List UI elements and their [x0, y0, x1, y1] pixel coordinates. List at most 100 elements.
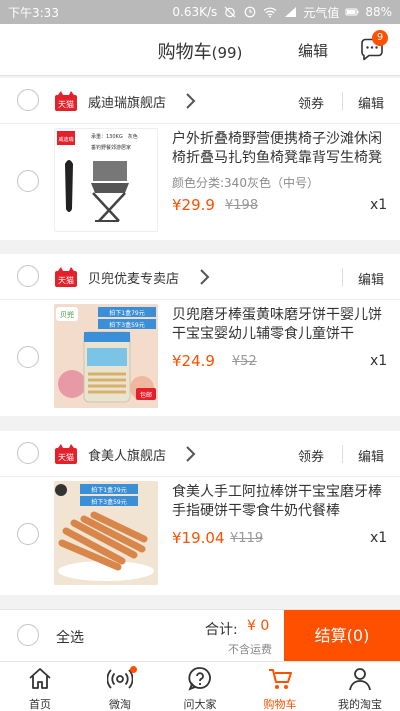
home-icon	[29, 668, 51, 689]
checkout-button[interactable]: 结算(0)	[284, 610, 400, 662]
edit-button[interactable]: 编辑	[298, 40, 328, 61]
page-title: 购物车(99)	[0, 38, 400, 64]
svg-text:包邮: 包邮	[140, 391, 152, 399]
product-sku[interactable]: 颜色分类:340灰色（中号）	[172, 174, 319, 191]
chevron-right-icon[interactable]	[197, 268, 211, 286]
bottom-tab-bar: 首页 微淘 问大家 购物车 我的淘宝	[0, 661, 400, 711]
store-checkbox[interactable]	[17, 89, 39, 111]
battery-level: 88%	[365, 5, 392, 19]
cart-icon	[269, 669, 292, 689]
cart-item[interactable]: 威迪瑞 承重：130KG 灰色 垂钓野餐郊游居家 户外折叠椅野营便携椅子沙滩休闲…	[0, 124, 400, 248]
tab-label: 问大家	[183, 698, 217, 711]
tmall-icon: 天猫	[55, 267, 77, 287]
cart-item[interactable]: 贝兜 拍下1盒79元 拍下3盒59元 包邮 贝兜磨牙棒蛋黄味磨牙饼干婴儿饼干宝宝…	[0, 300, 400, 424]
item-quantity: x1	[370, 530, 388, 546]
store-header: 天猫 威迪瑞旗舰店 领券 编辑	[0, 78, 400, 124]
item-checkbox[interactable]	[17, 346, 39, 368]
tab-label: 微淘	[109, 698, 131, 711]
battery-icon	[345, 5, 359, 19]
tmall-icon: 天猫	[55, 91, 77, 111]
item-checkbox[interactable]	[17, 170, 39, 192]
product-price: ¥19.04	[172, 529, 225, 547]
original-price: ¥52	[232, 354, 257, 369]
svg-text:拍下3盒59元: 拍下3盒59元	[109, 321, 144, 329]
tab-cart[interactable]: 购物车	[240, 662, 320, 711]
tab-label: 我的淘宝	[338, 698, 382, 711]
tab-my-taobao[interactable]: 我的淘宝	[320, 662, 400, 711]
tmall-icon: 天猫	[55, 444, 77, 464]
store-card: 天猫 贝兜优麦专卖店 编辑 贝兜 拍下1盒79元 拍下3盒59元 包邮 贝兜磨牙…	[0, 254, 400, 416]
store-header: 天猫 贝兜优麦专卖店 编辑	[0, 254, 400, 300]
svg-text:天猫: 天猫	[58, 275, 74, 285]
product-image[interactable]: 贝兜 拍下1盒79元 拍下3盒59元 包邮	[54, 304, 158, 408]
status-time: 下午3:33	[8, 5, 59, 20]
svg-text:拍下1盒79元: 拍下1盒79元	[109, 309, 144, 317]
biscuit-sticks-image: 拍下1盒79元 拍下3盒59元	[54, 481, 158, 585]
coupon-button[interactable]: 领券	[298, 93, 324, 112]
tab-weitao[interactable]: 微淘	[80, 662, 160, 711]
item-quantity: x1	[370, 197, 388, 213]
store-name[interactable]: 威迪瑞旗舰店	[88, 92, 166, 111]
divider	[342, 445, 343, 463]
checkout-bar: 全选 合计: ¥ 0 不含运费 结算(0)	[0, 609, 400, 662]
svg-text:威迪瑞: 威迪瑞	[58, 136, 73, 143]
original-price: ¥119	[230, 531, 264, 546]
page-title-text: 购物车	[157, 42, 212, 63]
cart-count: (99)	[211, 44, 243, 62]
total-value: ¥ 0	[247, 618, 270, 634]
svg-text:拍下1盒79元: 拍下1盒79元	[91, 486, 126, 494]
item-quantity: x1	[370, 353, 388, 369]
select-all-label[interactable]: 全选	[56, 627, 84, 647]
svg-text:贝兜: 贝兜	[60, 310, 74, 319]
store-edit-button[interactable]: 编辑	[358, 446, 384, 465]
item-checkbox[interactable]	[17, 523, 39, 545]
tab-home[interactable]: 首页	[0, 662, 80, 711]
store-card: 天猫 食美人旗舰店 领券 编辑 拍下1盒79元 拍下3盒59元 食美人手工阿拉棒…	[0, 431, 400, 595]
coupon-button[interactable]: 领券	[298, 446, 324, 465]
chevron-right-icon[interactable]	[183, 92, 197, 110]
store-edit-button[interactable]: 编辑	[358, 269, 384, 288]
product-title[interactable]: 户外折叠椅野营便携椅子沙滩休闲椅折叠马扎钓鱼椅凳靠背写生椅凳	[172, 130, 387, 168]
product-price: ¥29.9	[172, 196, 215, 214]
status-bar: 下午3:33 0.63K/s 元气值 88%	[0, 0, 400, 24]
select-all-checkbox[interactable]	[17, 624, 39, 646]
svg-text:天猫: 天猫	[58, 452, 74, 462]
wifi-icon	[263, 5, 277, 19]
store-header: 天猫 食美人旗舰店 领券 编辑	[0, 431, 400, 477]
store-name[interactable]: 食美人旗舰店	[88, 445, 166, 464]
original-price: ¥198	[225, 198, 259, 213]
teething-biscuit-jar-image: 贝兜 拍下1盒79元 拍下3盒59元 包邮	[54, 304, 158, 408]
divider	[342, 268, 343, 286]
alarm-off-icon	[223, 5, 237, 19]
store-checkbox[interactable]	[17, 442, 39, 464]
store-name[interactable]: 贝兜优麦专卖店	[88, 268, 179, 287]
product-title[interactable]: 贝兜磨牙棒蛋黄味磨牙饼干婴儿饼干宝宝婴幼儿辅零食儿童饼干	[172, 306, 387, 344]
signal-icon	[283, 5, 297, 19]
svg-text:垂钓野餐郊游居家: 垂钓野餐郊游居家	[91, 144, 131, 151]
question-icon	[188, 667, 211, 691]
product-image[interactable]: 拍下1盒79元 拍下3盒59元	[54, 481, 158, 585]
person-icon	[349, 668, 371, 691]
store-checkbox[interactable]	[17, 265, 39, 287]
product-title[interactable]: 食美人手工阿拉棒饼干宝宝磨牙棒手指硬饼干零食牛奶代餐棒	[172, 483, 387, 521]
message-badge: 9	[372, 30, 388, 46]
clock-icon	[243, 5, 257, 19]
store-edit-button[interactable]: 编辑	[358, 93, 384, 112]
network-speed: 0.63K/s	[172, 5, 218, 19]
store-card: 天猫 威迪瑞旗舰店 领券 编辑 威迪瑞 承重：130KG 灰色 垂钓野餐郊游居家…	[0, 78, 400, 240]
total-label: 合计:	[205, 622, 238, 638]
messages-button[interactable]: 9	[358, 30, 388, 64]
divider	[342, 92, 343, 110]
cart-item[interactable]: 拍下1盒79元 拍下3盒59元 食美人手工阿拉棒饼干宝宝磨牙棒手指硬饼干零食牛奶…	[0, 477, 400, 601]
cart-header: 购物车(99) 编辑 9	[0, 24, 400, 76]
product-price: ¥24.9	[172, 352, 215, 370]
product-image[interactable]: 威迪瑞 承重：130KG 灰色 垂钓野餐郊游居家	[54, 128, 158, 232]
carrier-label: 元气值	[303, 5, 340, 20]
svg-text:拍下3盒59元: 拍下3盒59元	[91, 498, 126, 506]
svg-text:承重：130KG 灰色: 承重：130KG 灰色	[91, 133, 138, 140]
tab-label: 首页	[29, 698, 51, 711]
chevron-right-icon[interactable]	[183, 445, 197, 463]
tab-ask[interactable]: 问大家	[160, 662, 240, 711]
notification-dot	[130, 666, 137, 673]
svg-text:天猫: 天猫	[58, 99, 74, 109]
